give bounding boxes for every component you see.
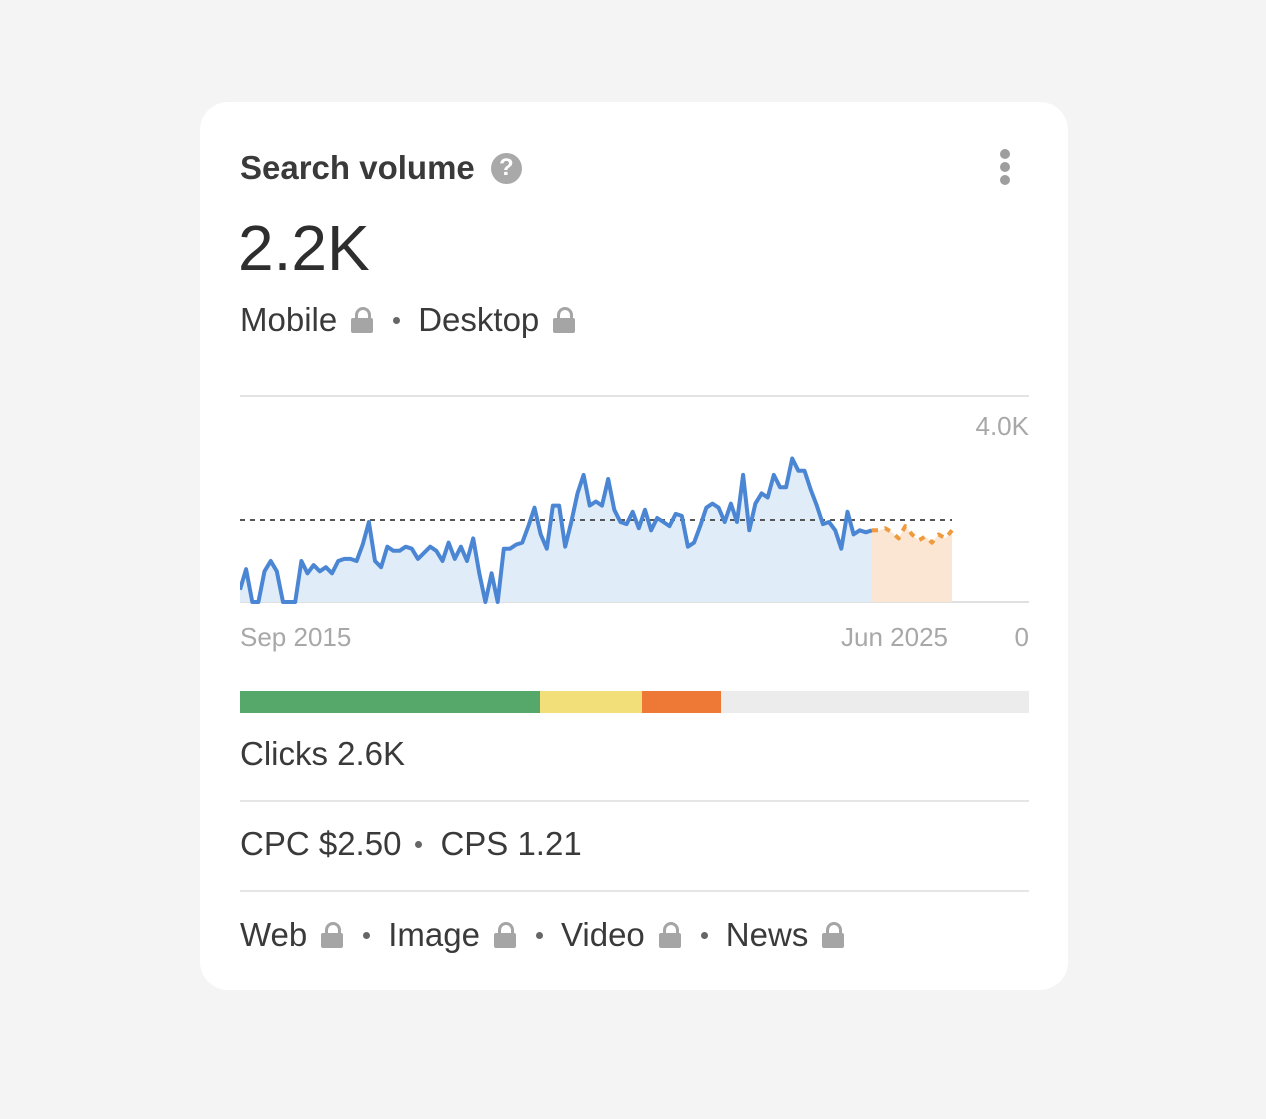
help-icon[interactable]: ? bbox=[490, 152, 522, 184]
lock-icon[interactable] bbox=[321, 922, 344, 948]
lock-icon[interactable] bbox=[658, 922, 681, 948]
divider bbox=[240, 800, 1029, 802]
search-volume-chart[interactable]: 4.0K 0 Sep 2015 Jun 2025 bbox=[240, 395, 1029, 660]
device-mobile-label: Mobile bbox=[240, 301, 338, 338]
traffic-distribution-bar bbox=[240, 691, 1029, 713]
lock-icon[interactable] bbox=[351, 307, 374, 333]
search-type-video: Video bbox=[560, 916, 645, 953]
lock-icon[interactable] bbox=[553, 307, 576, 333]
bar-segment-green bbox=[240, 691, 540, 713]
y-axis-bottom-label: 0 bbox=[1015, 622, 1029, 652]
device-desktop-label: Desktop bbox=[418, 301, 540, 338]
separator-dot bbox=[415, 840, 423, 848]
separator-dot bbox=[363, 931, 371, 939]
search-type-web: Web bbox=[240, 916, 308, 953]
search-volume-value: 2.2K bbox=[238, 212, 370, 284]
search-types-row: Web Image Video News bbox=[240, 913, 850, 957]
search-type-news: News bbox=[725, 916, 809, 953]
divider bbox=[240, 890, 1029, 892]
search-type-image: Image bbox=[388, 916, 480, 953]
separator-dot bbox=[700, 931, 708, 939]
cpc-value: CPC $2.50 bbox=[240, 825, 402, 862]
lock-icon[interactable] bbox=[493, 922, 516, 948]
card-title: Search volume bbox=[240, 149, 475, 186]
device-breakdown: Mobile Desktop bbox=[240, 298, 581, 342]
separator-dot bbox=[393, 316, 401, 324]
cpc-cps-row: CPC $2.50 CPS 1.21 bbox=[240, 822, 582, 866]
search-volume-card: Search volume ? 2.2K Mobile Desktop 4.0K… bbox=[200, 102, 1068, 990]
clicks-value: Clicks 2.6K bbox=[240, 735, 406, 772]
separator-dot bbox=[535, 931, 543, 939]
bar-segment-yellow bbox=[539, 691, 643, 713]
clicks-row: Clicks 2.6K bbox=[240, 732, 405, 776]
more-options-icon[interactable] bbox=[990, 146, 1020, 190]
lock-icon[interactable] bbox=[822, 922, 845, 948]
cps-value: CPS 1.21 bbox=[440, 825, 582, 862]
x-axis-start-label: Sep 2015 bbox=[240, 622, 351, 652]
bar-segment-orange bbox=[642, 691, 722, 713]
title-row: Search volume ? bbox=[240, 146, 522, 190]
y-axis-top-label: 4.0K bbox=[976, 411, 1030, 441]
x-axis-end-label: Jun 2025 bbox=[841, 622, 948, 652]
